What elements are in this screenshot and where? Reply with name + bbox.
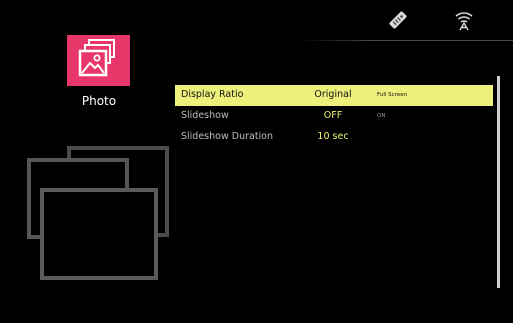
scrollbar[interactable] [497, 76, 500, 288]
setting-value[interactable]: 10 sec [303, 131, 363, 142]
setting-value[interactable]: Original [303, 89, 363, 100]
wifi-icon [455, 12, 473, 31]
setting-label: Slideshow Duration [181, 131, 274, 142]
settings-menu: Display Ratio Original Full Screen Slidesho… [175, 85, 493, 148]
setting-label: Display Ratio [181, 89, 244, 100]
photo-frames-graphic [27, 146, 169, 280]
settings-row-display-ratio[interactable]: Display Ratio Original Full Screen [175, 85, 493, 106]
setting-option[interactable]: Full Screen [377, 92, 407, 98]
remote-icon [389, 11, 407, 29]
settings-row-slideshow[interactable]: Slideshow OFF ON [175, 106, 493, 127]
photo-gallery-icon [78, 39, 115, 77]
setting-value[interactable]: OFF [303, 110, 363, 121]
media-settings-screen: Photo Display Ratio Original Full Screen Sl… [0, 0, 513, 323]
setting-label: Slideshow [181, 110, 229, 121]
settings-row-slideshow-duration[interactable]: Slideshow Duration 10 sec [175, 127, 493, 148]
setting-option[interactable]: ON [377, 113, 385, 119]
photo-category-tile[interactable] [67, 35, 130, 86]
category-label: Photo [81, 94, 117, 108]
top-divider [300, 40, 513, 41]
